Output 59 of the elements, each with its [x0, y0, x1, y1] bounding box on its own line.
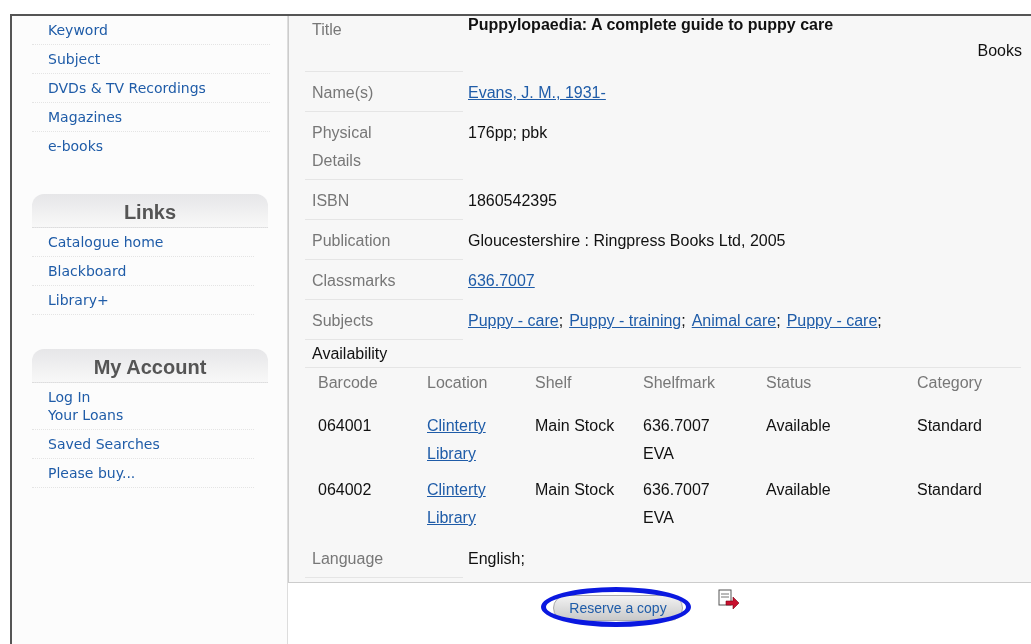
column-header: Shelfmark [643, 374, 716, 391]
field-label: Name(s) [312, 83, 374, 103]
sidebar-link[interactable]: Catalogue home [48, 233, 164, 251]
reserve-button[interactable]: Reserve a copy [553, 595, 683, 621]
separator-text: ; [877, 312, 882, 329]
table-cell: 064001 [318, 417, 372, 434]
sidebar-link[interactable]: Saved Searches [48, 435, 160, 453]
table-cell-text: Main Stock [535, 480, 615, 500]
document-arrow-icon[interactable] [717, 589, 739, 611]
field-label: Physical Details [312, 123, 373, 171]
table-cell-text: 636.7007 EVA [643, 416, 711, 464]
column-header: Barcode [318, 374, 378, 391]
sidebar-link[interactable]: e-books [48, 137, 104, 155]
table-cell-text: Main Stock [535, 416, 615, 436]
sidebar-link[interactable]: Library+ [48, 291, 109, 309]
separator-text: ; [681, 312, 686, 329]
column-header: Status [766, 374, 812, 391]
table-cell: Available [766, 417, 831, 434]
topic-link[interactable]: Animal care [691, 312, 777, 329]
table-cell: 064002 [318, 481, 372, 498]
table-cell: Available [766, 481, 831, 498]
column-header: Shelf [535, 374, 572, 391]
section-heading: Links [32, 194, 268, 228]
location-link[interactable]: Clinterty Library [427, 476, 507, 532]
format-label: Books [977, 42, 1022, 59]
field-label: Publication [312, 231, 391, 251]
field-value: Gloucestershire : Ringpress Books Ltd, 2005 [468, 232, 786, 249]
sidebar-link[interactable]: DVDs & TV Recordings [48, 79, 206, 97]
sidebar-link[interactable]: Keyword [48, 21, 108, 39]
field-link[interactable]: 636.7007 [468, 272, 535, 289]
topic-link[interactable]: Puppy - training [569, 312, 682, 329]
table-cell: Standard [917, 417, 982, 434]
field-value: English; [468, 550, 525, 567]
separator-text: ; [558, 312, 564, 329]
table-cell: Standard [917, 481, 982, 498]
section-heading: My Account [32, 349, 268, 383]
column-header: Location [427, 374, 488, 391]
record-title: Puppylopaedia: A complete guide to puppy care [468, 16, 834, 34]
topic-link[interactable]: Puppy - care [468, 312, 559, 329]
field-value: 1860542395 [468, 192, 557, 209]
sidebar-link[interactable]: Log In [48, 388, 91, 406]
field-label: Title [312, 21, 342, 39]
column-header: Category [917, 374, 982, 391]
sidebar-link[interactable]: Please buy... [48, 464, 136, 482]
sidebar-link[interactable]: Blackboard [48, 262, 127, 280]
field-value: 176pp; pbk [468, 124, 548, 141]
table-cell-text: 636.7007 EVA [643, 480, 711, 528]
location-link[interactable]: Clinterty Library [427, 412, 507, 468]
separator-text: ; [776, 312, 781, 329]
topic-link[interactable]: Puppy - care [786, 312, 878, 329]
section-label: Availability [311, 344, 388, 364]
sidebar-link[interactable]: Magazines [48, 108, 123, 126]
field-label: Subjects [312, 311, 374, 331]
field-label: ISBN [312, 191, 350, 211]
field-label: Classmarks [312, 271, 396, 291]
sidebar-link[interactable]: Your Loans [48, 406, 124, 424]
field-label: Language [312, 549, 384, 569]
sidebar-link[interactable]: Subject [48, 50, 101, 68]
field-link[interactable]: Evans, J. M., 1931- [468, 84, 606, 101]
